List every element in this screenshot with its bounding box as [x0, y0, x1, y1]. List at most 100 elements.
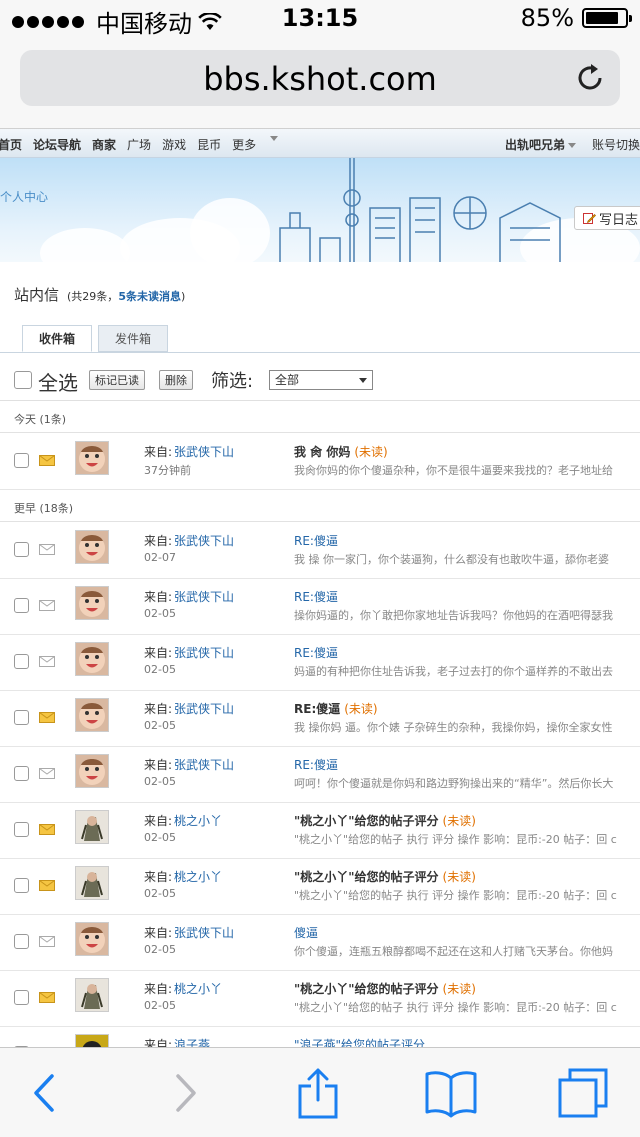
message-snippet: "桃之小丫"给您的帖子 执行 评分 操作 影响：昆币:-20 帖子：回 c [294, 889, 617, 902]
message-row[interactable]: 来自: 张武侠下山 02-05 傻逼 你个傻逼，连瓶五粮醇都喝不起还在这和人打赌飞天茅台… [0, 914, 640, 971]
avatar[interactable] [75, 810, 109, 844]
back-icon[interactable] [30, 1066, 60, 1120]
avatar[interactable] [75, 441, 109, 475]
message-checkbox[interactable] [14, 542, 29, 557]
message-date: 02-05 [144, 887, 176, 900]
sender-link[interactable]: 桃之小丫 [174, 870, 222, 884]
forward-icon[interactable] [170, 1066, 200, 1120]
message-sender: 来自: 张武侠下山 [144, 590, 235, 604]
site-nav-items: 首页 论坛导航 商家 广场 游戏 昆币 更多 [0, 136, 279, 153]
read-mail-icon [39, 768, 55, 779]
message-subject[interactable]: "桃之小丫"给您的帖子评分 (未读) [294, 980, 476, 997]
sender-link[interactable]: 张武侠下山 [174, 534, 234, 548]
message-date: 02-05 [144, 663, 176, 676]
user-center-link[interactable]: 个人中心 [0, 188, 48, 205]
avatar[interactable] [75, 978, 109, 1012]
message-date: 02-07 [144, 551, 176, 564]
message-checkbox[interactable] [14, 878, 29, 893]
message-date: 02-05 [144, 999, 176, 1012]
avatar[interactable] [75, 642, 109, 676]
tabs-icon[interactable] [556, 1066, 610, 1120]
tab-inbox[interactable]: 收件箱 [22, 325, 92, 352]
message-subject[interactable]: RE:傻逼 [294, 532, 338, 549]
message-date: 02-05 [144, 607, 176, 620]
site-nav-item[interactable]: 论坛导航 [33, 136, 81, 153]
chevron-down-icon [359, 378, 367, 383]
unread-count-link[interactable]: 5条未读消息 [118, 290, 181, 303]
message-sender: 来自: 张武侠下山 [144, 646, 235, 660]
sender-link[interactable]: 张武侠下山 [174, 590, 234, 604]
message-date: 37分钟前 [144, 464, 191, 477]
page-title-text: 站内信 [14, 286, 60, 304]
mark-read-button[interactable]: 标记已读 [89, 370, 145, 390]
sender-link[interactable]: 桃之小丫 [174, 814, 222, 828]
unread-badge: (未读) [442, 814, 476, 828]
url-text: bbs.kshot.com [203, 60, 437, 98]
user-menu[interactable]: 出轨吧兄弟 [505, 136, 576, 153]
share-icon[interactable] [296, 1066, 340, 1120]
site-nav-item[interactable]: 首页 [0, 136, 22, 153]
select-all-checkbox[interactable] [14, 371, 32, 389]
unread-mail-icon [39, 712, 55, 723]
avatar[interactable] [75, 922, 109, 956]
write-diary-button[interactable]: 写日志 [574, 206, 640, 230]
avatar[interactable] [75, 698, 109, 732]
message-date: 02-05 [144, 943, 176, 956]
sender-link[interactable]: 张武侠下山 [174, 926, 234, 940]
site-nav-item[interactable]: 游戏 [162, 136, 186, 153]
site-nav-item[interactable]: 昆币 [197, 136, 221, 153]
url-field[interactable]: bbs.kshot.com [20, 50, 620, 106]
battery-info: 85% [521, 4, 632, 32]
avatar[interactable] [75, 530, 109, 564]
filter-select[interactable]: 全部 [269, 370, 373, 390]
message-row[interactable]: 来自: 张武侠下山 02-07 RE:傻逼我 操 你一家门，你个装逼狗，什么都没有也敢… [0, 522, 640, 579]
message-subject[interactable]: RE:傻逼 [294, 644, 338, 661]
sender-link[interactable]: 张武侠下山 [174, 445, 234, 459]
message-subject[interactable]: RE:傻逼 [294, 756, 338, 773]
message-row[interactable]: 来自: 桃之小丫 02-05 "桃之小丫"给您的帖子评分 (未读) "桃之小丫"给您的帖子… [0, 802, 640, 859]
message-row[interactable]: 来自: 张武侠下山 02-05 RE:傻逼 操你妈逼的，你丫敢把你家地址告诉我吗？你他妈… [0, 578, 640, 635]
account-switch-link[interactable]: 账号切换 [592, 136, 640, 153]
sender-link[interactable]: 张武侠下山 [174, 646, 234, 660]
message-subject[interactable]: RE:傻逼 (未读) [294, 700, 378, 717]
message-snippet: 我肏你妈的你个傻逼杂种，你不是很牛逼要来我找的？老子地址给 [294, 464, 613, 477]
reload-icon[interactable] [574, 62, 606, 94]
site-nav-item[interactable]: 更多 [232, 136, 256, 153]
message-checkbox[interactable] [14, 598, 29, 613]
message-subject[interactable]: 傻逼 [294, 924, 318, 941]
message-row[interactable]: 来自: 张武侠下山 02-05 RE:傻逼 (未读) 我 操你妈 逼。你个婊 子杂碎生的杂… [0, 690, 640, 747]
message-row[interactable]: 来自: 张武侠下山 02-05 RE:傻逼 妈逼的有种把你住址告诉我，老子过去打的你个逼… [0, 634, 640, 691]
avatar[interactable] [75, 586, 109, 620]
message-row[interactable]: 来自: 张武侠下山 02-05 RE:傻逼 呵呵！你个傻逼就是你妈和路边野狗操出来的“精… [0, 746, 640, 803]
message-subject[interactable]: "桃之小丫"给您的帖子评分 (未读) [294, 868, 476, 885]
status-bar: 中国移动 13:15 85% [0, 0, 640, 40]
sender-link[interactable]: 张武侠下山 [174, 758, 234, 772]
message-checkbox[interactable] [14, 453, 29, 468]
message-checkbox[interactable] [14, 990, 29, 1005]
message-row[interactable]: 来自: 张武侠下山 37分钟前 我 肏 你妈 (未读) 我肏你妈的你个傻逼杂种，你不是很牛… [0, 433, 640, 490]
message-subject[interactable]: RE:傻逼 [294, 588, 338, 605]
bookmarks-icon[interactable] [424, 1066, 478, 1120]
site-nav-item[interactable]: 广场 [127, 136, 151, 153]
message-checkbox[interactable] [14, 710, 29, 725]
select-all-label: 全选 [38, 371, 78, 395]
message-checkbox[interactable] [14, 654, 29, 669]
message-checkbox[interactable] [14, 822, 29, 837]
delete-button[interactable]: 删除 [159, 370, 193, 390]
site-nav-item[interactable]: 商家 [92, 136, 116, 153]
message-subject[interactable]: "桃之小丫"给您的帖子评分 (未读) [294, 812, 476, 829]
message-subject[interactable]: 我 肏 你妈 (未读) [294, 443, 388, 460]
avatar[interactable] [75, 754, 109, 788]
sender-link[interactable]: 张武侠下山 [174, 702, 234, 716]
message-row[interactable]: 来自: 桃之小丫 02-05 "桃之小丫"给您的帖子评分 (未读) "桃之小丫"给您的帖子… [0, 858, 640, 915]
message-checkbox[interactable] [14, 934, 29, 949]
sender-link[interactable]: 桃之小丫 [174, 982, 222, 996]
message-row[interactable]: 来自: 桃之小丫 02-05 "桃之小丫"给您的帖子评分 (未读) "桃之小丫"给您的帖子… [0, 970, 640, 1027]
browser-address-bar: bbs.kshot.com [0, 40, 640, 129]
site-nav-user: 出轨吧兄弟 账号切换 [505, 136, 640, 153]
tab-outbox[interactable]: 发件箱 [98, 325, 168, 352]
site-nav-bar: 首页 论坛导航 商家 广场 游戏 昆币 更多 出轨吧兄弟 账号切换 [0, 129, 640, 158]
avatar[interactable] [75, 866, 109, 900]
message-checkbox[interactable] [14, 766, 29, 781]
message-date: 02-05 [144, 831, 176, 844]
